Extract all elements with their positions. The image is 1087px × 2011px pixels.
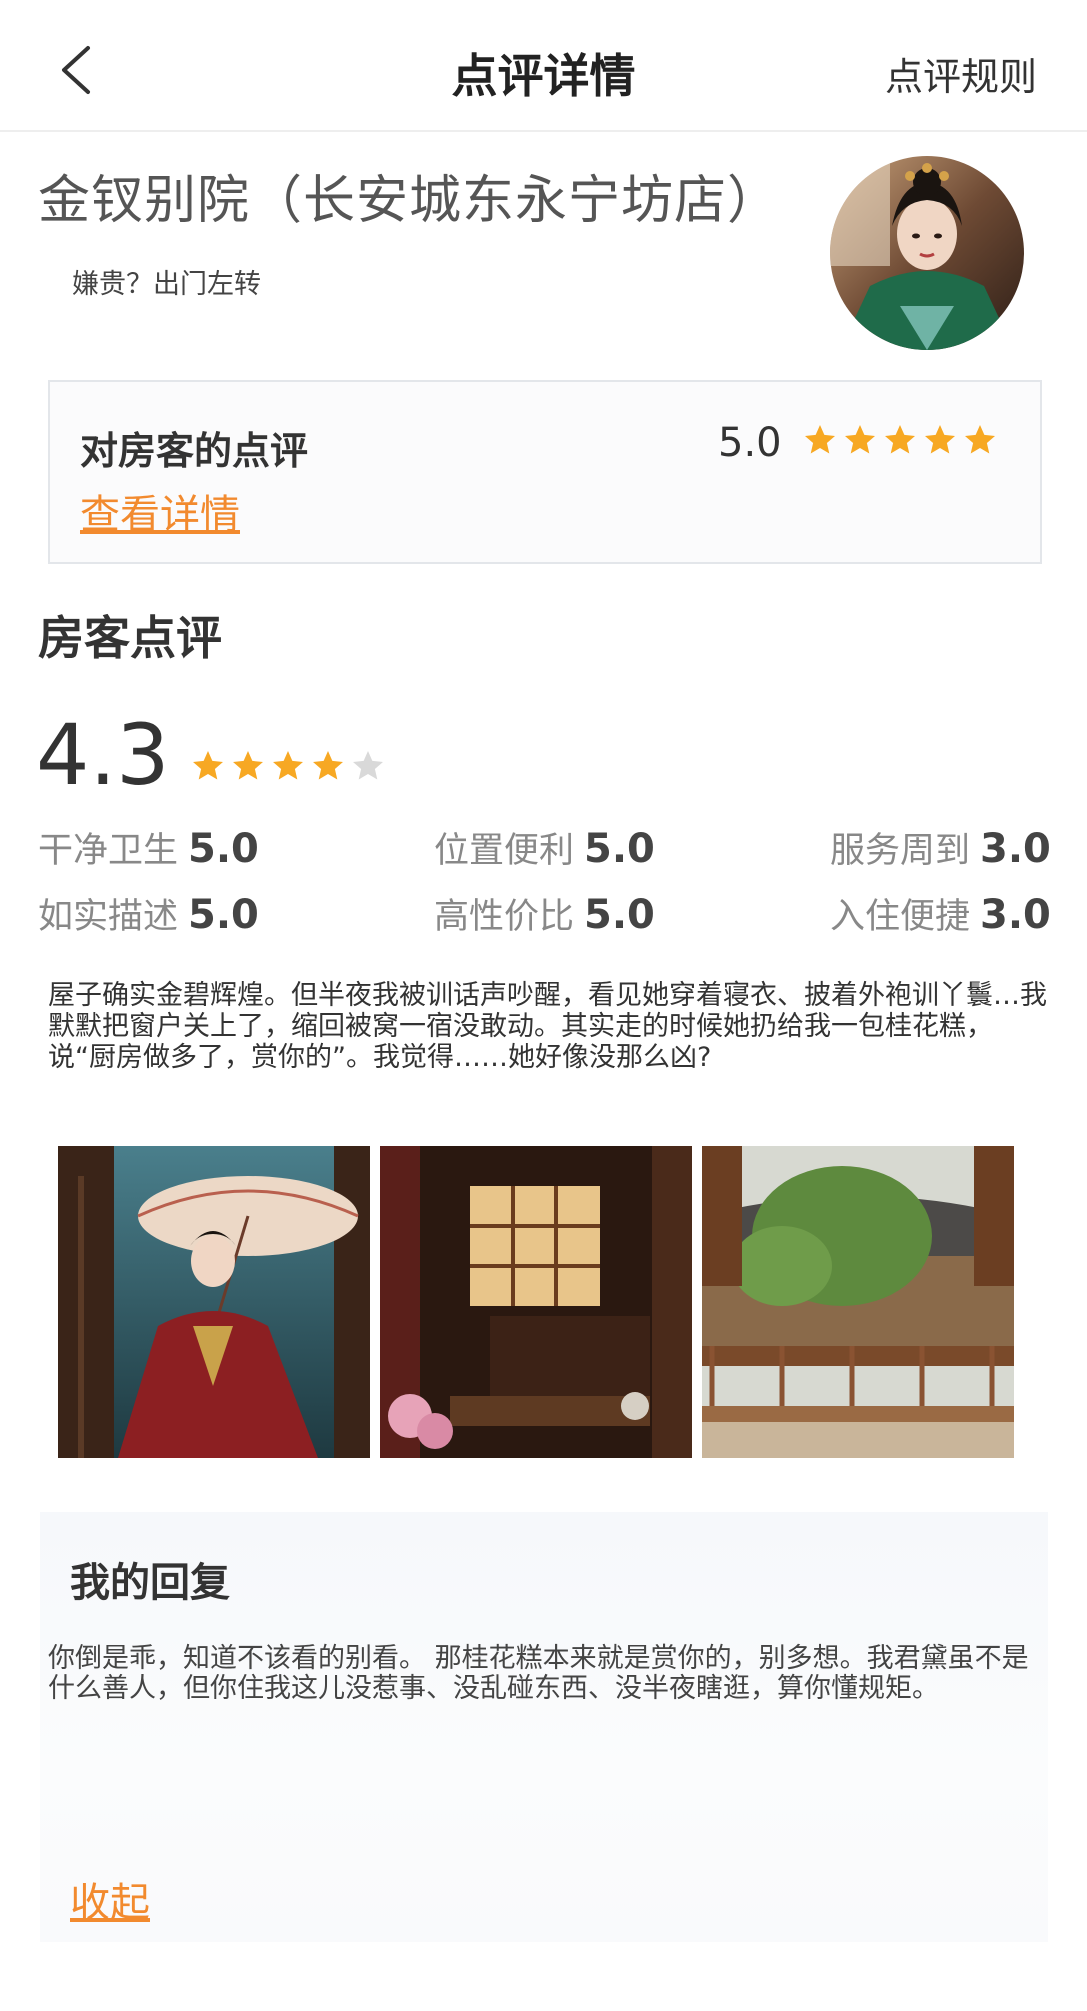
sub-score-cleanliness: 干净卫生 5.0	[38, 822, 259, 873]
host-review-card: 对房客的点评 5.0 查看详情	[48, 380, 1042, 564]
review-photo-hall[interactable]	[380, 1146, 692, 1458]
star-icon	[885, 425, 915, 454]
review-rules-link[interactable]: 点评规则	[885, 46, 1037, 101]
avatar-portrait-image	[830, 156, 1024, 350]
review-photo-umbrella[interactable]	[58, 1146, 370, 1458]
collapse-link[interactable]: 收起	[70, 1870, 150, 1928]
my-reply-text: 你倒是乖，知道不该看的别看。 那桂花糕本来就是赏你的，别多想。我君黛虽不是什么善…	[48, 1643, 1029, 1704]
star-icon	[273, 751, 303, 780]
photo-image	[702, 1146, 1014, 1458]
host-review-title: 对房客的点评	[80, 429, 309, 473]
overall-score: 4.3	[36, 706, 170, 804]
sub-score-checkin: 入住便捷 3.0	[830, 888, 1051, 939]
my-reply-title: 我的回复	[70, 1560, 230, 1606]
sub-score-value: 5.0	[584, 892, 655, 938]
star-icon	[845, 425, 875, 454]
star-icon	[353, 751, 383, 780]
sub-score-label: 高性价比	[434, 897, 575, 937]
my-reply-card: 我的回复 你倒是乖，知道不该看的别看。 那桂花糕本来就是赏你的，别多想。我君黛虽…	[40, 1512, 1048, 1942]
sub-score-value: 5.0	[188, 892, 259, 938]
host-review-score: 5.0	[718, 420, 782, 466]
star-icon	[313, 751, 343, 780]
star-icon	[805, 425, 835, 454]
sub-score-label: 如实描述	[38, 897, 179, 937]
sub-score-location: 位置便利 5.0	[434, 822, 655, 873]
guest-review-title: 房客点评	[38, 611, 222, 665]
star-icon	[925, 425, 955, 454]
sub-score-label: 干净卫生	[38, 831, 179, 871]
sub-score-value: 5.0	[188, 826, 259, 872]
sub-score-service: 服务周到 3.0	[830, 822, 1051, 873]
view-details-link[interactable]: 查看详情	[80, 482, 240, 540]
top-nav-bar: 点评详情 点评规则	[0, 0, 1087, 132]
overall-stars	[190, 748, 386, 784]
sub-score-label: 位置便利	[434, 831, 575, 871]
review-photo-courtyard[interactable]	[702, 1146, 1014, 1458]
host-review-stars	[802, 422, 998, 462]
hotel-name: 金钗别院（长安城东永宁坊店）	[38, 171, 781, 231]
sub-score-label: 服务周到	[830, 831, 971, 871]
sub-score-value-for-money: 高性价比 5.0	[434, 888, 655, 939]
star-icon	[965, 425, 995, 454]
sub-score-label: 入住便捷	[830, 897, 971, 937]
sub-score-value: 3.0	[980, 826, 1051, 872]
photo-image	[380, 1146, 692, 1458]
host-avatar[interactable]	[830, 156, 1024, 350]
guest-review-text: 屋子确实金碧辉煌。但半夜我被训话声吵醒，看见她穿着寝衣、披着外袍训丫鬟…我默默把…	[48, 980, 1047, 1073]
sub-score-value: 5.0	[584, 826, 655, 872]
star-icon	[233, 751, 263, 780]
star-icon	[193, 751, 223, 780]
sub-score-value: 3.0	[980, 892, 1051, 938]
hotel-slogan: 嫌贵？出门左转	[72, 269, 261, 300]
sub-score-accuracy: 如实描述 5.0	[38, 888, 259, 939]
review-photos	[58, 1146, 1014, 1458]
photo-image	[58, 1146, 370, 1458]
